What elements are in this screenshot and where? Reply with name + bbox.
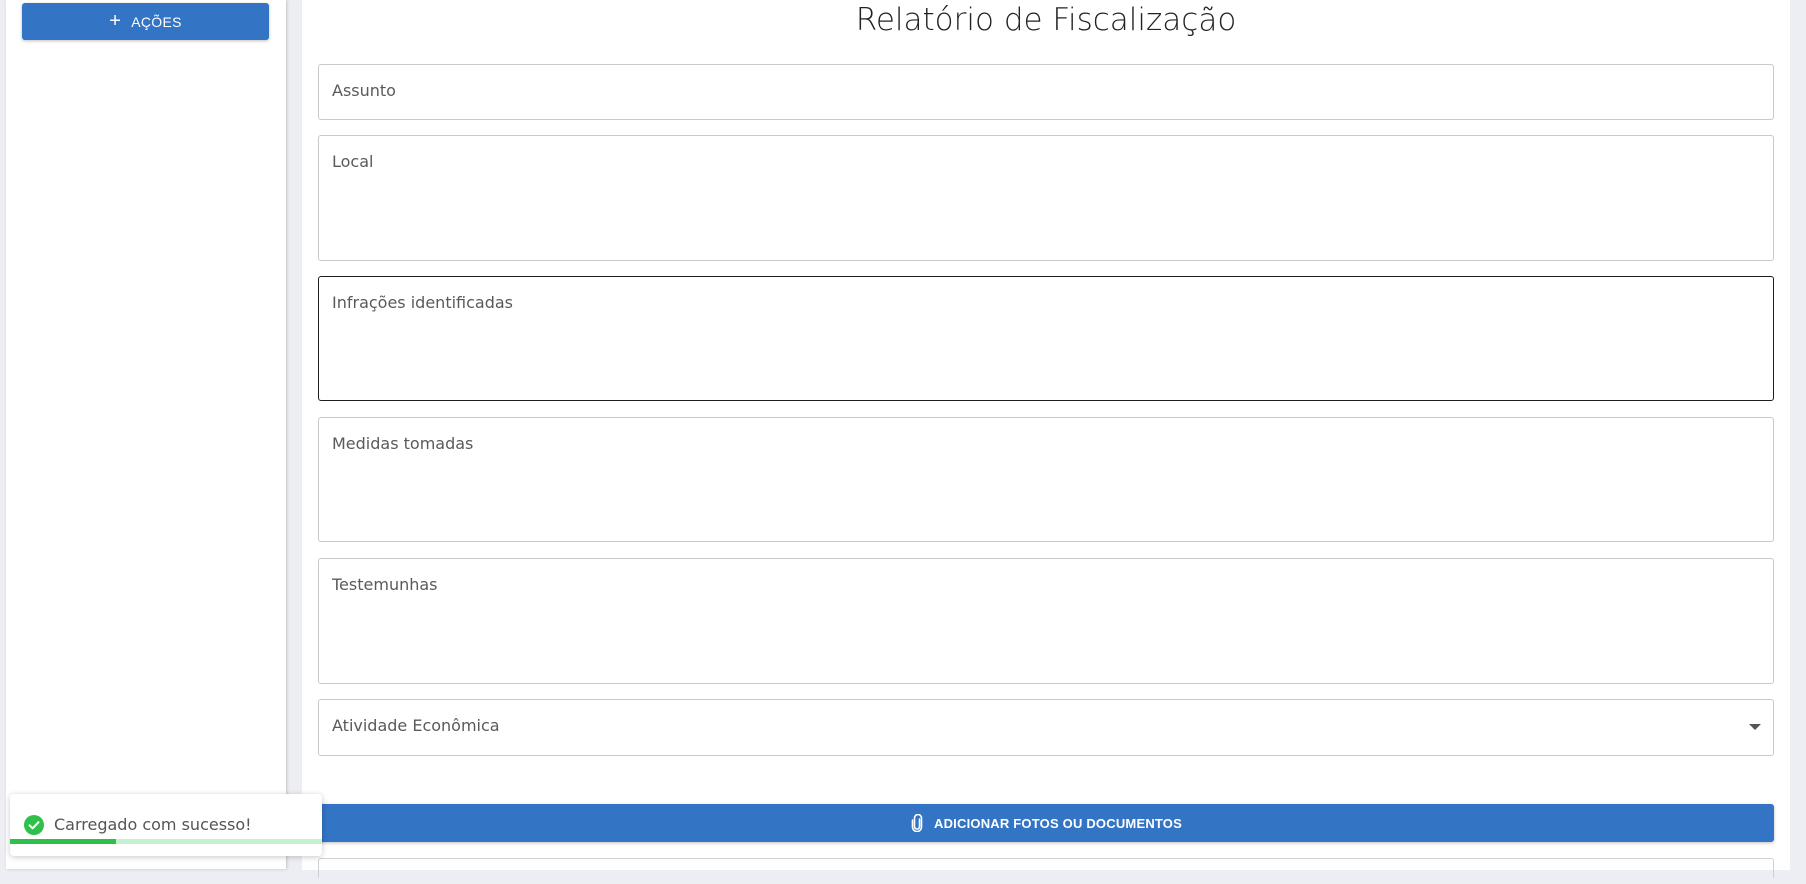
sidebar: + AÇÕES	[6, 0, 286, 869]
caret-down-icon[interactable]	[1749, 724, 1761, 730]
assunto-field[interactable]: Assunto	[318, 64, 1774, 120]
report-form: Relatório de Fiscalização Assunto Local …	[302, 0, 1790, 878]
testemunhas-label: Testemunhas	[332, 575, 438, 594]
actions-button-label: AÇÕES	[131, 13, 182, 30]
paperclip-icon	[911, 814, 923, 832]
page: + AÇÕES Relatório de Fiscalização Assunt…	[0, 0, 1806, 884]
local-field[interactable]: Local	[318, 135, 1774, 261]
add-attachments-label: ADICIONAR FOTOS OU DOCUMENTOS	[934, 815, 1182, 831]
atividade-label: Atividade Econômica	[332, 716, 500, 735]
atividade-select[interactable]: Atividade Econômica	[318, 699, 1774, 756]
plus-icon: +	[109, 9, 122, 32]
scrollbar-track[interactable]	[1790, 0, 1806, 884]
add-attachments-button[interactable]: ADICIONAR FOTOS OU DOCUMENTOS	[318, 804, 1774, 842]
toast-progress-fill	[10, 839, 117, 844]
actions-button[interactable]: + AÇÕES	[22, 3, 269, 40]
infracoes-field[interactable]: Infrações identificadas	[318, 276, 1774, 401]
medidas-field[interactable]: Medidas tomadas	[318, 417, 1774, 542]
medidas-label: Medidas tomadas	[332, 434, 474, 453]
success-toast[interactable]: Carregado com sucesso!	[10, 794, 322, 856]
page-title: Relatório de Fiscalização	[855, 2, 1237, 38]
testemunhas-field[interactable]: Testemunhas	[318, 558, 1774, 684]
toast-message: Carregado com sucesso!	[54, 815, 252, 834]
infracoes-label: Infrações identificadas	[332, 293, 514, 312]
assunto-label: Assunto	[332, 81, 396, 100]
check-circle-icon	[24, 815, 44, 835]
next-section-card	[318, 858, 1774, 878]
toast-progress-track	[10, 839, 322, 844]
local-label: Local	[332, 152, 374, 171]
